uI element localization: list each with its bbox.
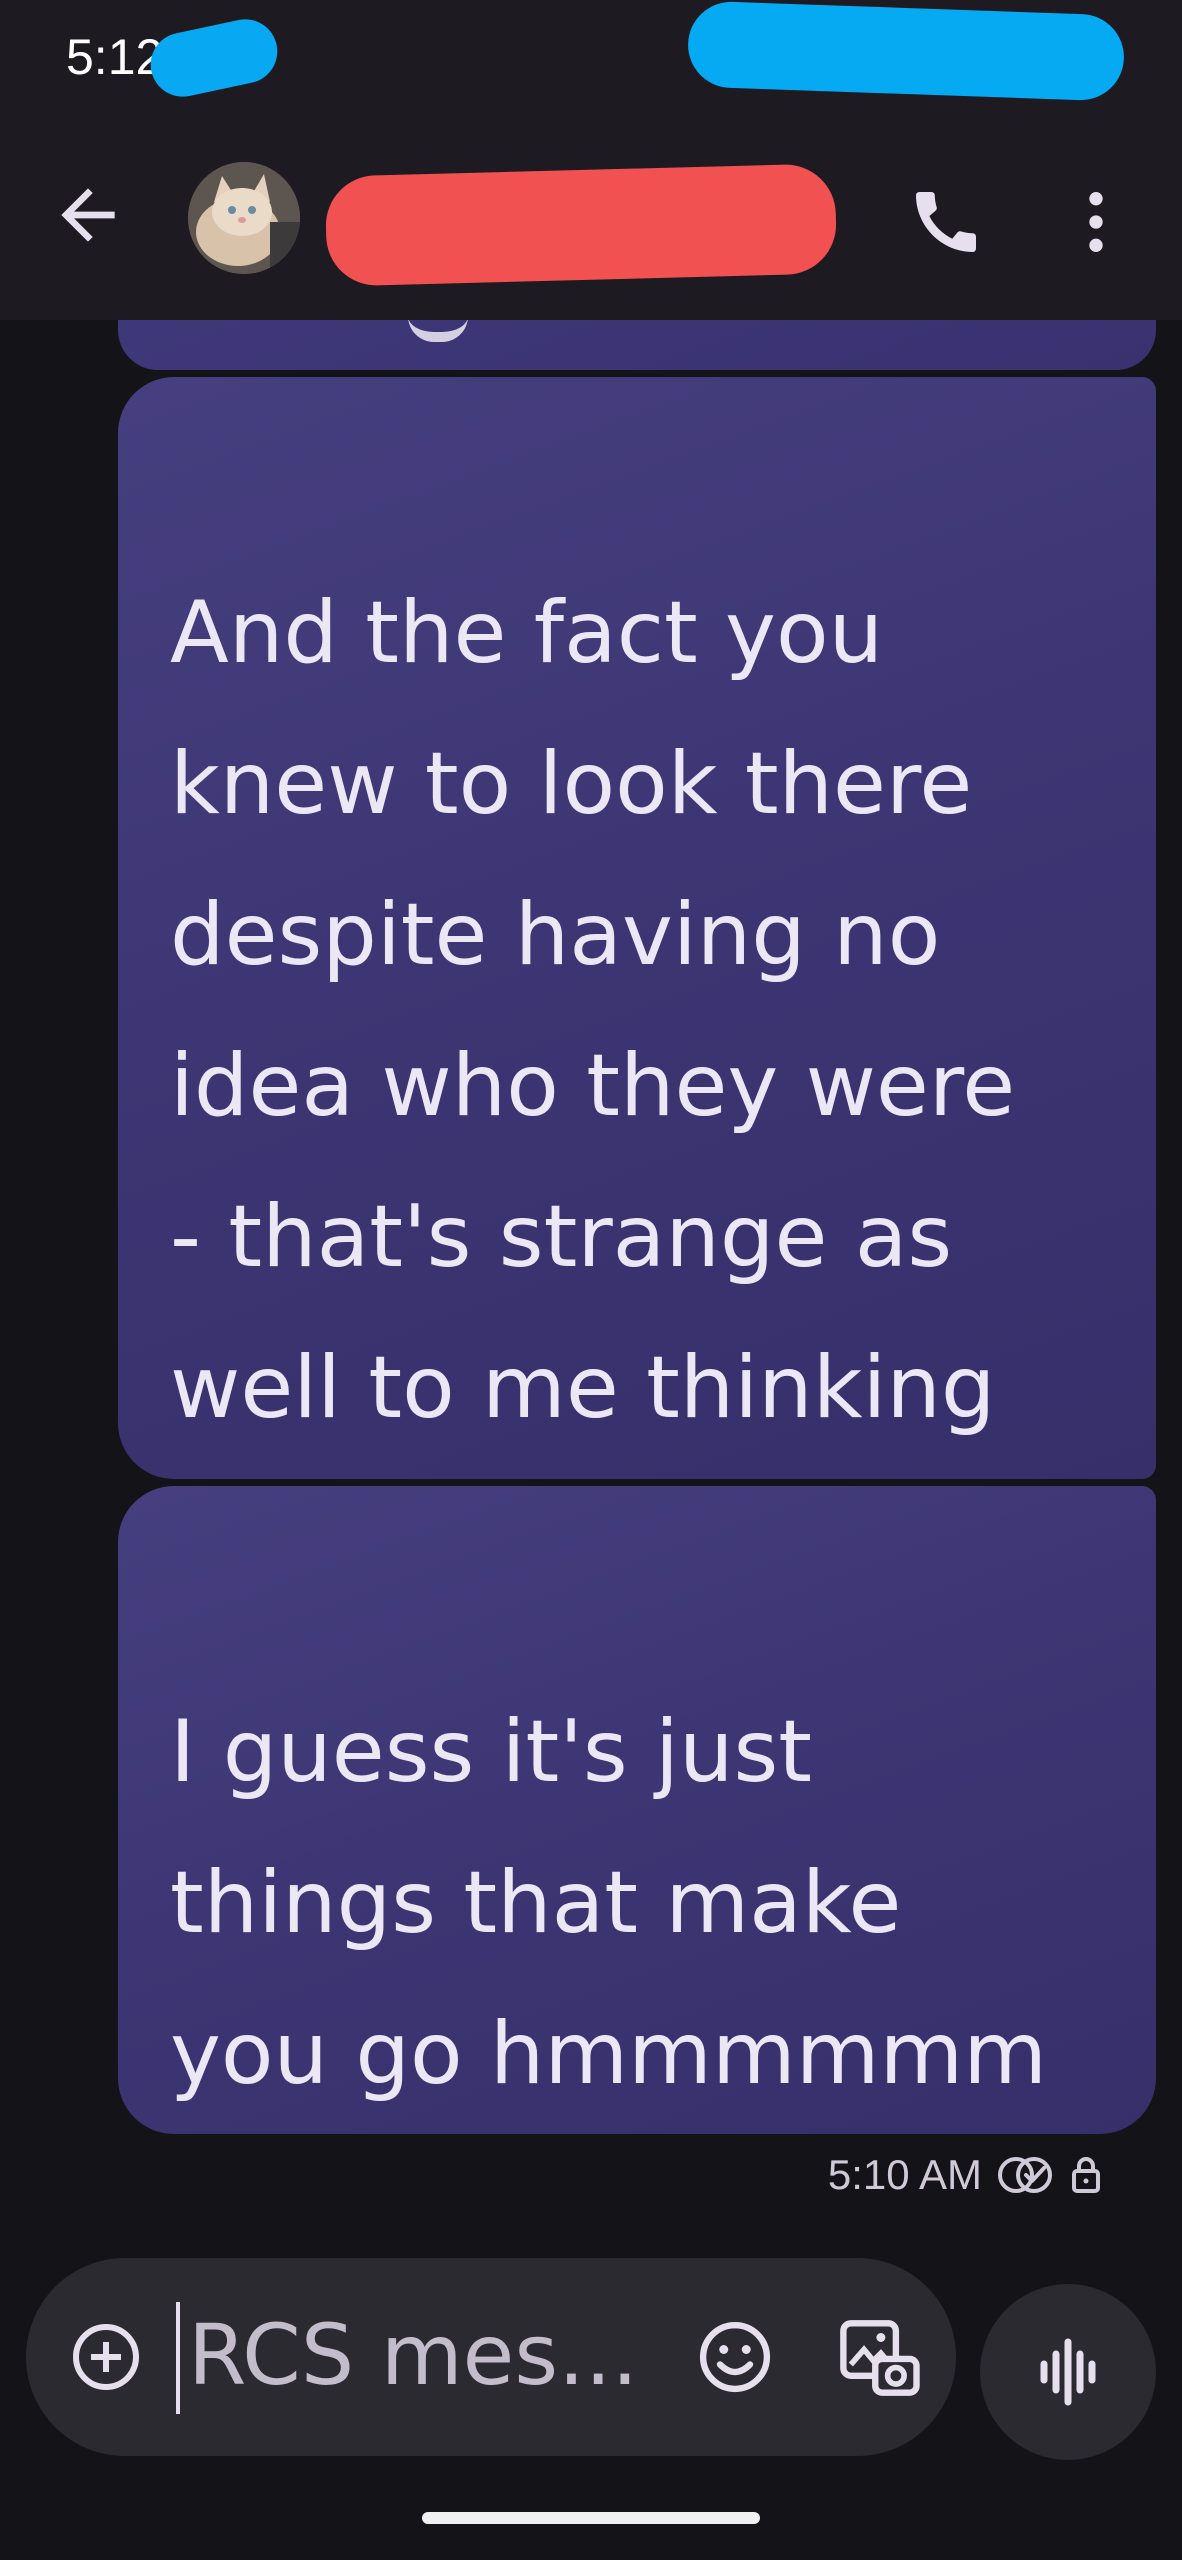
message-composer xyxy=(26,2258,956,2456)
gallery-icon xyxy=(840,2320,920,2396)
message-bubble-partial[interactable] xyxy=(118,320,1156,370)
call-button[interactable] xyxy=(906,182,986,262)
lock-icon xyxy=(1072,2157,1100,2193)
avatar[interactable] xyxy=(188,162,300,274)
messages-screen: 5:12 And the fact you knew to look there… xyxy=(0,0,1182,2560)
voice-waveform-icon xyxy=(1040,2338,1096,2406)
back-button[interactable] xyxy=(48,175,128,255)
arrow-back-icon xyxy=(61,188,115,242)
message-input[interactable] xyxy=(178,2280,688,2430)
delivered-check-icon xyxy=(998,2157,1052,2193)
status-time: 5:12 xyxy=(66,29,164,85)
emoji-button[interactable] xyxy=(690,2312,780,2402)
message-text: I guess it's just things that make you g… xyxy=(170,1702,1048,2104)
message-list[interactable]: And the fact you knew to look there desp… xyxy=(0,320,1182,2220)
conversation-header xyxy=(0,130,1182,320)
message-bubble[interactable]: And the fact you knew to look there desp… xyxy=(118,377,1156,1589)
voice-message-button[interactable] xyxy=(980,2284,1156,2460)
emoji-icon xyxy=(699,2321,771,2393)
phone-icon xyxy=(916,192,976,252)
message-meta: 5:10 AM xyxy=(828,2140,1102,2210)
gallery-button[interactable] xyxy=(834,2312,924,2402)
add-attachment-button[interactable] xyxy=(66,2317,146,2397)
more-vert-icon xyxy=(1089,192,1103,252)
home-indicator[interactable] xyxy=(422,2512,760,2524)
message-bubble[interactable]: I guess it's just things that make you g… xyxy=(118,1486,1156,2134)
redaction-mark xyxy=(324,163,838,287)
redaction-mark xyxy=(686,0,1126,102)
redaction-mark xyxy=(144,13,284,103)
cut-off-text xyxy=(408,320,468,342)
add-circle-icon xyxy=(73,2324,139,2390)
message-text: And the fact you knew to look there desp… xyxy=(170,583,1016,1589)
cat-photo-avatar-icon xyxy=(188,162,300,274)
status-bar: 5:12 xyxy=(0,0,1182,130)
message-timestamp: 5:10 AM xyxy=(827,2151,982,2198)
more-options-button[interactable] xyxy=(1056,182,1136,262)
